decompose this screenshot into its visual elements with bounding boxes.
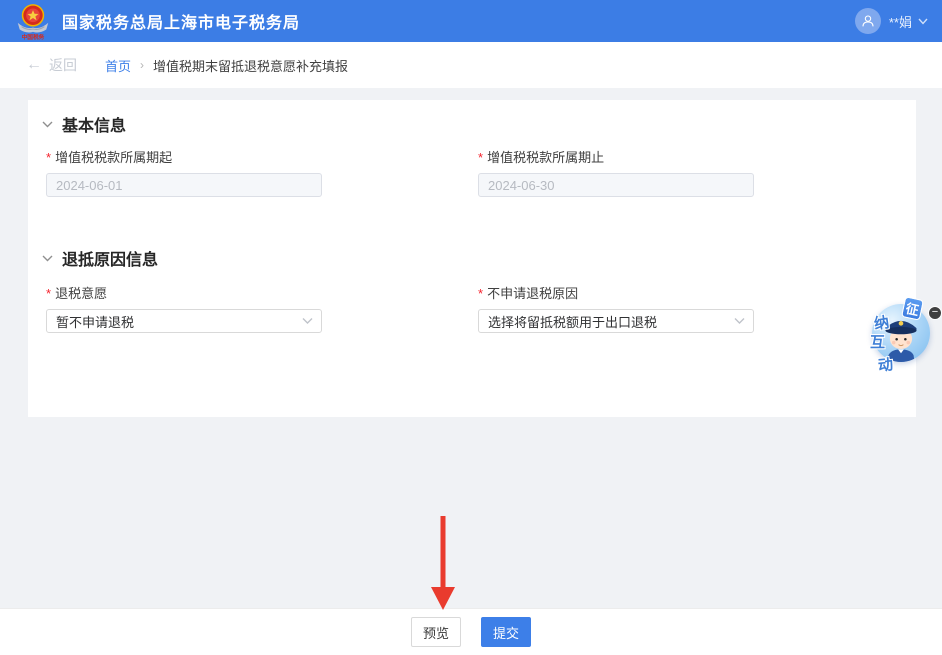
no-refund-reason-select[interactable]: 选择将留抵税额用于出口退税 [478, 309, 754, 333]
footer-action-bar: 预览 提交 [0, 608, 942, 655]
field-label: *退税意愿 [46, 286, 322, 301]
select-value: 选择将留抵税额用于出口退税 [488, 312, 657, 331]
logo-caption: 中国税务 [22, 33, 45, 41]
section-title: 基本信息 [62, 112, 126, 136]
tax-period-end-input [478, 173, 754, 197]
breadcrumb: ← 返回 首页 › 增值税期末留抵退税意愿补充填报 [0, 42, 942, 88]
back-label: 返回 [49, 55, 77, 75]
tax-assistant-widget[interactable]: 征 纳 互 动 − [868, 300, 942, 386]
assistant-label-hu: 互 [870, 331, 885, 352]
field-tax-period-start: *增值税税款所属期起 [46, 150, 322, 197]
select-value: 暂不申请退税 [56, 312, 134, 331]
form-card: 基本信息 *增值税税款所属期起 *增值税税款所属期止 退抵原因信息 *退税意愿 … [28, 100, 916, 417]
chevron-down-icon [918, 18, 928, 25]
field-label: *增值税税款所属期止 [478, 150, 754, 165]
chevron-down-icon [302, 317, 313, 325]
refund-willingness-select[interactable]: 暂不申请退税 [46, 309, 322, 333]
breadcrumb-home-link[interactable]: 首页 [105, 56, 131, 75]
app-title: 国家税务总局上海市电子税务局 [62, 9, 300, 33]
annotation-arrow-icon [430, 516, 456, 610]
national-emblem-logo-icon: 中国税务 [14, 1, 52, 41]
chevron-down-icon [734, 317, 745, 325]
user-menu[interactable]: **娟 [855, 8, 928, 34]
user-icon [860, 13, 876, 29]
field-refund-willingness: *退税意愿 暂不申请退税 [46, 286, 322, 333]
user-name: **娟 [889, 12, 912, 31]
section-header-refund-reason[interactable]: 退抵原因信息 [42, 246, 158, 270]
chevron-down-icon [42, 121, 53, 128]
section-title: 退抵原因信息 [62, 246, 158, 270]
required-mark: * [478, 150, 483, 165]
assistant-label-dong: 动 [877, 353, 894, 375]
assistant-minimize-button[interactable]: − [928, 306, 942, 320]
required-mark: * [46, 150, 51, 165]
required-mark: * [46, 286, 51, 301]
submit-button[interactable]: 提交 [481, 617, 531, 647]
tax-period-start-input [46, 173, 322, 197]
field-label: *不申请退税原因 [478, 286, 754, 301]
breadcrumb-current: 增值税期末留抵退税意愿补充填报 [153, 56, 348, 75]
preview-button[interactable]: 预览 [411, 617, 461, 647]
field-tax-period-end: *增值税税款所属期止 [478, 150, 754, 197]
arrow-left-icon: ← [26, 57, 42, 73]
required-mark: * [478, 286, 483, 301]
section-header-basic-info[interactable]: 基本信息 [42, 112, 126, 136]
field-no-refund-reason: *不申请退税原因 选择将留抵税额用于出口退税 [478, 286, 754, 333]
back-button[interactable]: ← 返回 [26, 55, 77, 75]
breadcrumb-separator: › [140, 58, 144, 72]
field-label: *增值税税款所属期起 [46, 150, 322, 165]
chevron-down-icon [42, 255, 53, 262]
app-header: 中国税务 国家税务总局上海市电子税务局 **娟 [0, 0, 942, 42]
user-avatar[interactable] [855, 8, 881, 34]
